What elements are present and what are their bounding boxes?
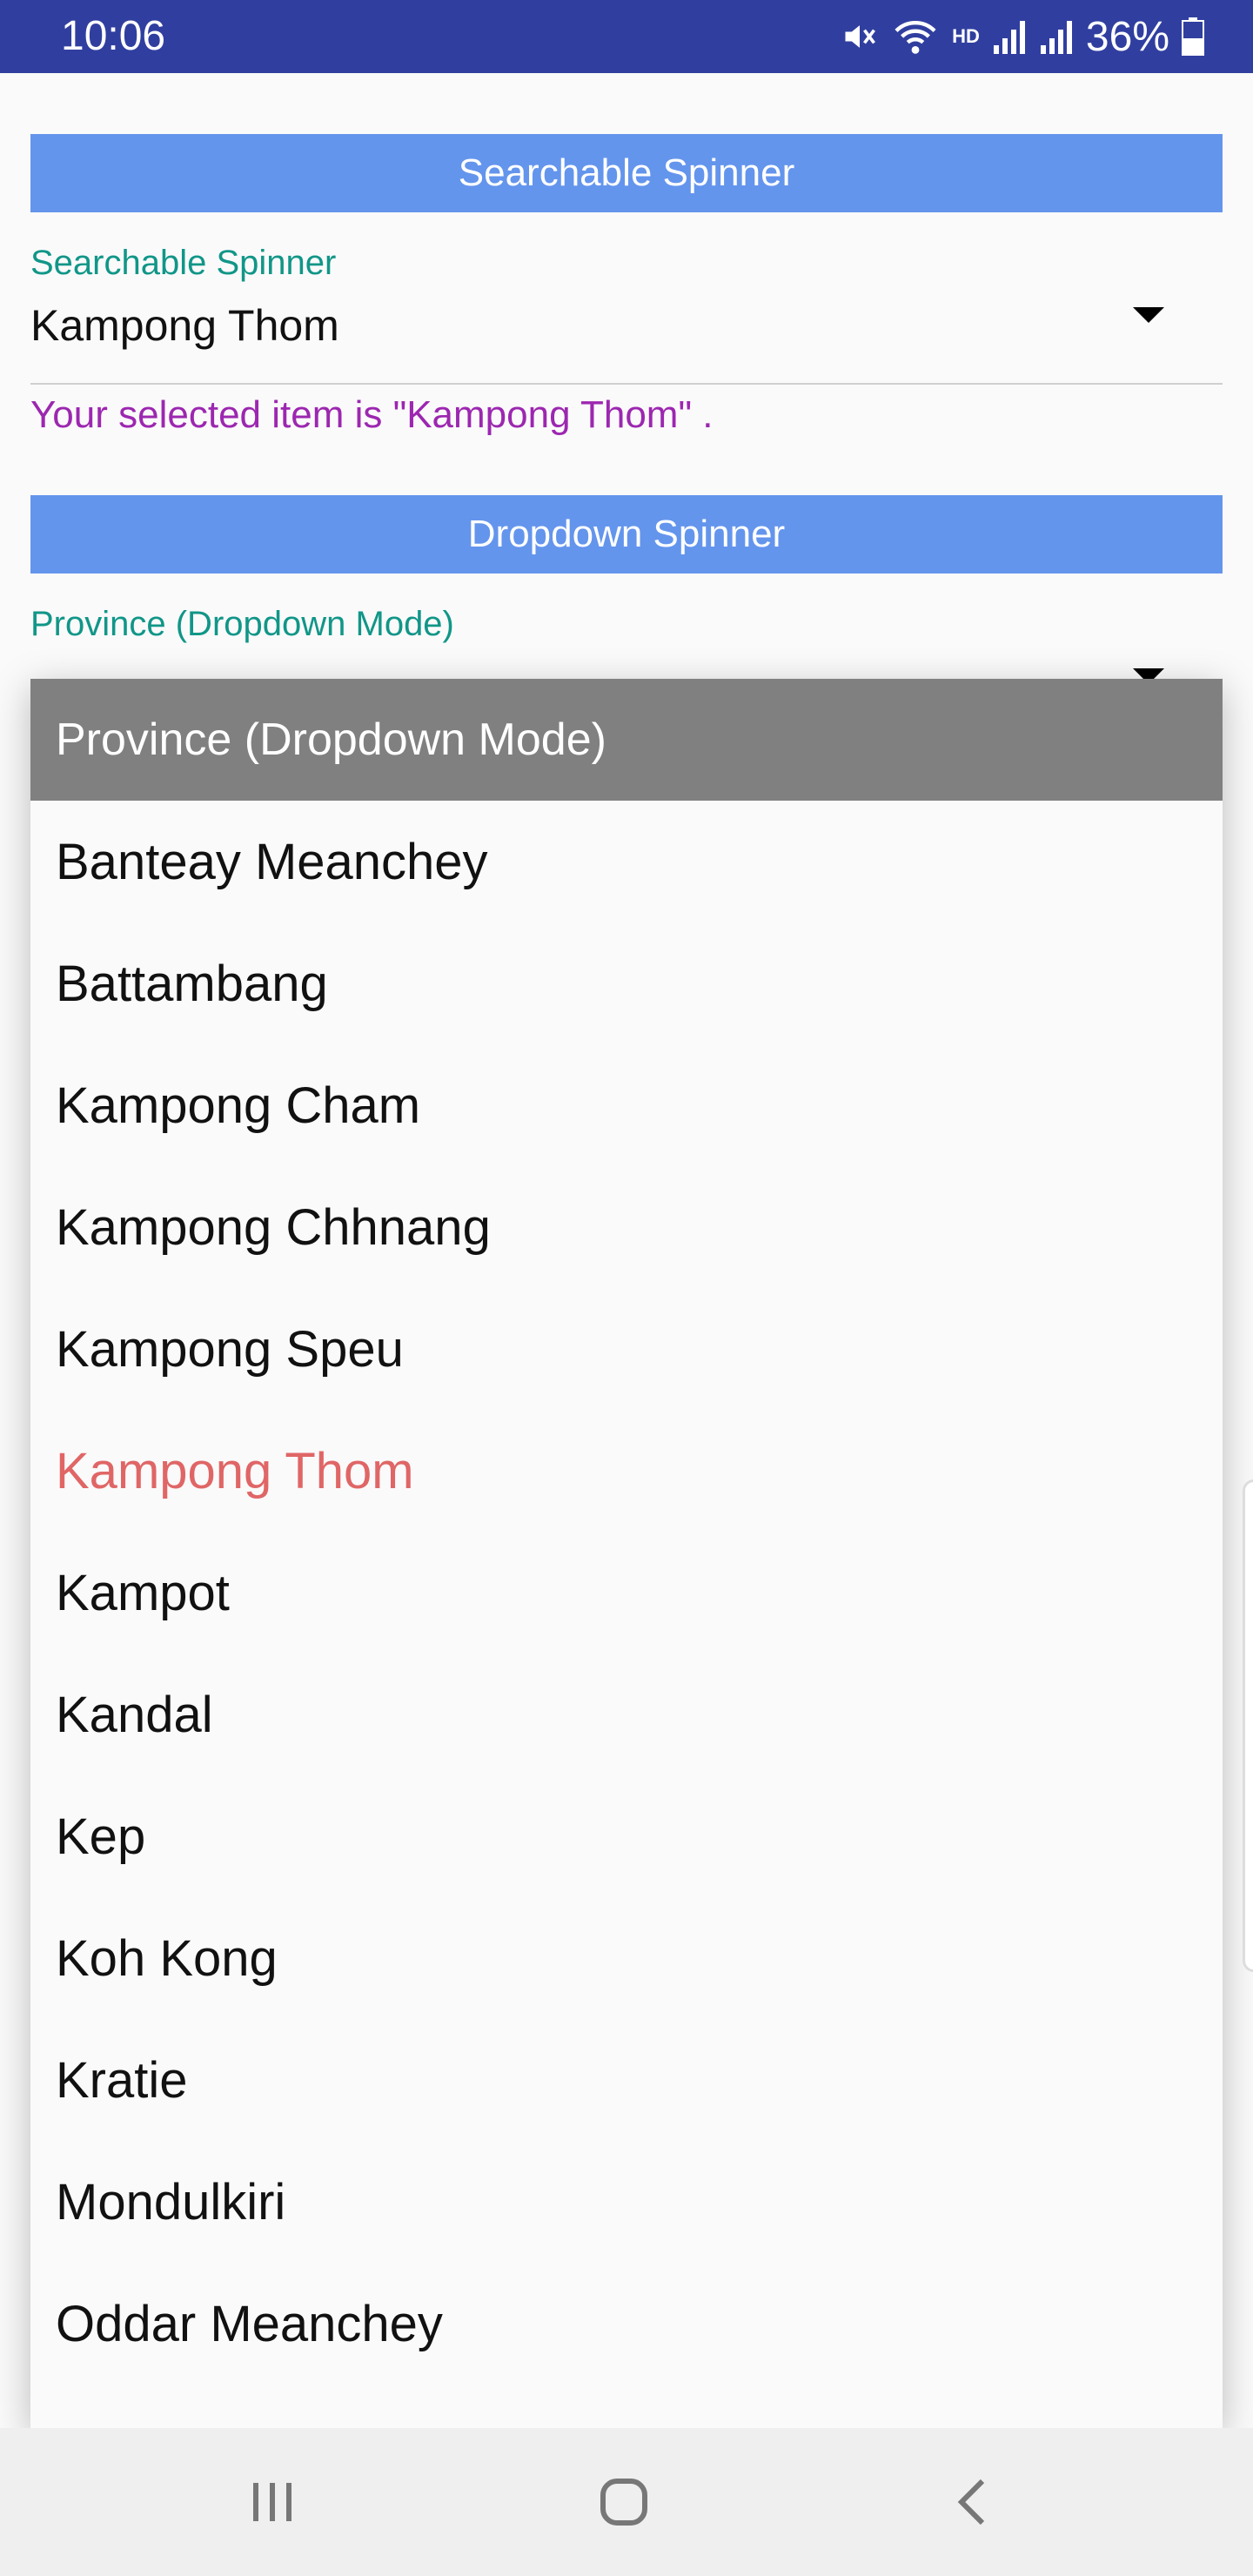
nav-bar (0, 2428, 1253, 2576)
status-icons: HD 36% (841, 9, 1204, 64)
list-item-selected[interactable]: Kampong Thom (30, 1410, 1223, 1532)
list-item[interactable]: Mondulkiri (30, 2141, 1223, 2263)
status-time: 10:06 (61, 13, 166, 59)
list-item[interactable]: Oddar Meanchey (30, 2263, 1223, 2385)
list-item[interactable]: Kandal (30, 1654, 1223, 1775)
list-item[interactable]: Kratie (30, 2019, 1223, 2141)
selected-item-message: Your selected item is "Kampong Thom" . (30, 393, 714, 436)
home-button[interactable] (537, 2428, 711, 2576)
mute-icon (845, 25, 876, 48)
searchable-spinner-header: Searchable Spinner (30, 134, 1223, 212)
dropdown-spinner-header: Dropdown Spinner (30, 495, 1223, 574)
battery-percent: 36% (1085, 13, 1169, 60)
dropdown-popup-title: Province (Dropdown Mode) (30, 679, 1223, 801)
list-item[interactable]: Kep (30, 1775, 1223, 1897)
list-item[interactable]: Kampong Speu (30, 1288, 1223, 1410)
searchable-spinner-value[interactable]: Kampong Thom (30, 300, 339, 351)
list-item[interactable]: Kampong Chhnang (30, 1166, 1223, 1288)
home-icon (600, 2479, 647, 2526)
back-icon (957, 2479, 985, 2526)
searchable-spinner-underline (30, 383, 1223, 385)
dropdown-spinner-label: Province (Dropdown Mode) (30, 605, 454, 643)
list-item[interactable]: Banteay Meanchey (30, 801, 1223, 922)
scroll-handle[interactable] (1243, 1479, 1253, 1972)
list-item[interactable]: Kampot (30, 1532, 1223, 1654)
searchable-spinner-arrow-icon[interactable] (1133, 307, 1164, 323)
searchable-spinner-label: Searchable Spinner (30, 244, 337, 282)
province-dropdown-popup: Province (Dropdown Mode) Banteay Meanche… (30, 679, 1223, 2428)
network-label: HD (952, 25, 980, 47)
wifi-icon (895, 21, 936, 54)
signal-icon (993, 21, 1025, 54)
signal-icon (1040, 21, 1072, 54)
recents-icon (253, 2483, 291, 2521)
list-item[interactable]: Kampong Cham (30, 1044, 1223, 1166)
list-item[interactable]: Battambang (30, 922, 1223, 1044)
status-bar: 10:06 HD 36% (0, 0, 1253, 73)
recents-button[interactable] (185, 2428, 359, 2576)
list-item[interactable]: Koh Kong (30, 1897, 1223, 2019)
battery-icon (1182, 17, 1204, 56)
back-button[interactable] (887, 2428, 1061, 2576)
